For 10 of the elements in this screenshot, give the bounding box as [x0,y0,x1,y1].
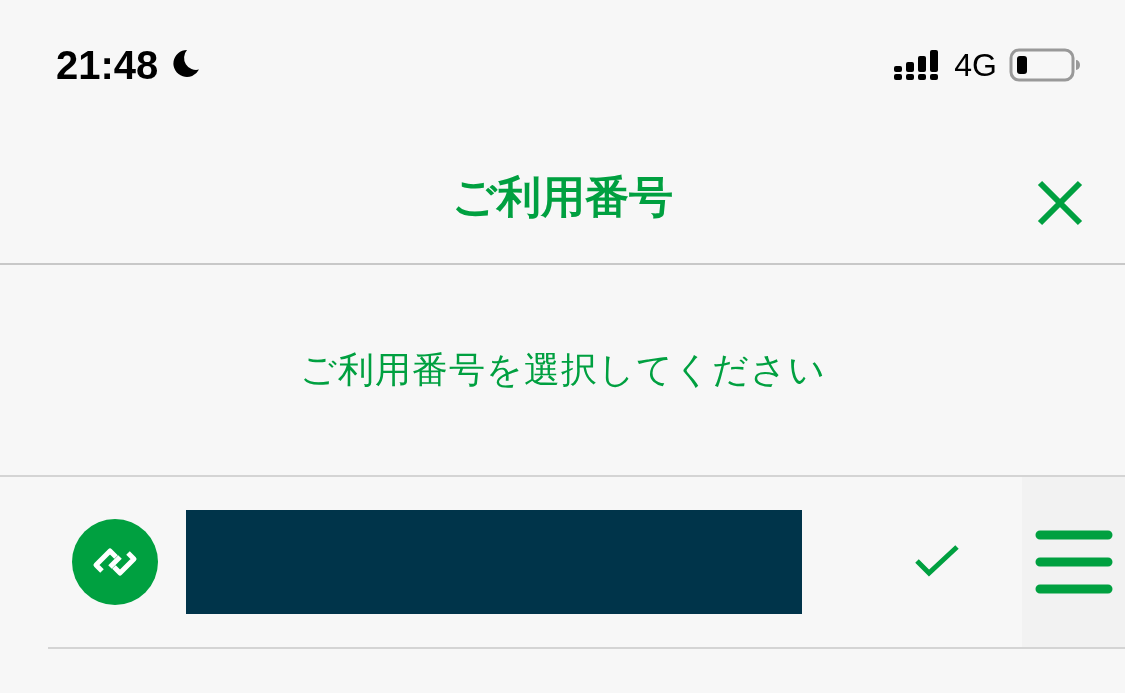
number-row[interactable] [48,477,1125,649]
drag-handle-icon[interactable] [1034,530,1113,594]
battery-icon [1009,47,1081,83]
clock-time: 21:48 [56,42,159,89]
instruction-text: ご利用番号を選択してください [299,348,826,392]
link-icon [72,519,158,605]
close-button[interactable] [1035,178,1085,228]
network-type: 4G [954,46,997,85]
checkmark-icon [915,545,959,579]
screen-title: ご利用番号 [452,170,673,223]
